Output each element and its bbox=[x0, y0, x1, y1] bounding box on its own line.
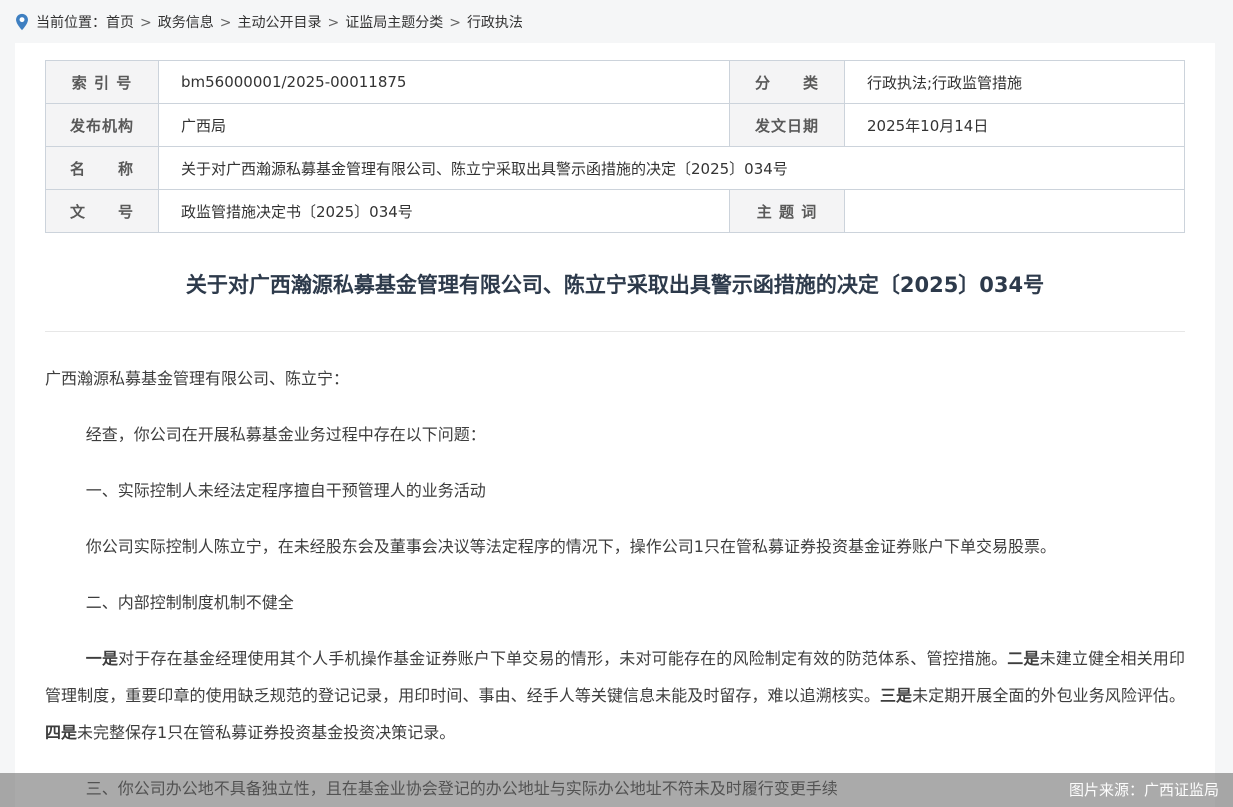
document-paragraph: 一是对于存在基金经理使用其个人手机操作基金证券账户下单交易的情形，未对可能存在的… bbox=[45, 640, 1185, 751]
index-number-value: bm56000001/2025-00011875 bbox=[159, 61, 730, 104]
image-source-bar: 图片来源：广西证监局 bbox=[0, 773, 1233, 807]
document-card: 索 引 号 bm56000001/2025-00011875 分 类 行政执法;… bbox=[15, 43, 1215, 807]
breadcrumb-separator: > bbox=[140, 15, 152, 31]
image-source-label: 图片来源：广西证监局 bbox=[1069, 773, 1219, 807]
table-row: 文 号 政监管措施决定书〔2025〕034号 主 题 词 bbox=[46, 190, 1185, 233]
table-row: 名 称 关于对广西瀚源私募基金管理有限公司、陈立宁采取出具警示函措施的决定〔20… bbox=[46, 147, 1185, 190]
breadcrumb-link-3[interactable]: 主动公开目录 bbox=[237, 15, 321, 31]
subject-words-value bbox=[845, 190, 1185, 233]
location-pin-icon bbox=[15, 13, 29, 31]
category-value: 行政执法;行政监管措施 bbox=[845, 61, 1185, 104]
document-paragraph: 二、内部控制制度机制不健全 bbox=[45, 584, 1185, 621]
breadcrumb-link-5[interactable]: 行政执法 bbox=[467, 15, 523, 31]
breadcrumb-link-1[interactable]: 首页 bbox=[106, 15, 134, 31]
breadcrumb-separator: > bbox=[220, 15, 232, 31]
issuing-agency-label: 发布机构 bbox=[46, 104, 159, 147]
document-number-value: 政监管措施决定书〔2025〕034号 bbox=[159, 190, 730, 233]
title-divider bbox=[45, 331, 1185, 332]
breadcrumb-separator: > bbox=[449, 15, 461, 31]
document-name-label: 名 称 bbox=[46, 147, 159, 190]
breadcrumb-link-4[interactable]: 证监局主题分类 bbox=[345, 15, 443, 31]
table-row: 发布机构 广西局 发文日期 2025年10月14日 bbox=[46, 104, 1185, 147]
issue-date-value: 2025年10月14日 bbox=[845, 104, 1185, 147]
breadcrumb-label: 当前位置： bbox=[36, 12, 106, 32]
document-paragraph: 广西瀚源私募基金管理有限公司、陈立宁： bbox=[45, 360, 1185, 397]
breadcrumb-separator: > bbox=[327, 15, 339, 31]
breadcrumb-items: 首页 > 政务信息 > 主动公开目录 > 证监局主题分类 > 行政执法 bbox=[106, 12, 523, 32]
issue-date-label: 发文日期 bbox=[730, 104, 845, 147]
subject-words-label: 主 题 词 bbox=[730, 190, 845, 233]
breadcrumb-link-2[interactable]: 政务信息 bbox=[158, 15, 214, 31]
page-title: 关于对广西瀚源私募基金管理有限公司、陈立宁采取出具警示函措施的决定〔2025〕0… bbox=[45, 271, 1185, 299]
document-paragraph: 一、实际控制人未经法定程序擅自干预管理人的业务活动 bbox=[45, 472, 1185, 509]
breadcrumb: 当前位置： 首页 > 政务信息 > 主动公开目录 > 证监局主题分类 > 行政执法 bbox=[0, 0, 1233, 43]
index-number-label: 索 引 号 bbox=[46, 61, 159, 104]
document-paragraph: 经查，你公司在开展私募基金业务过程中存在以下问题： bbox=[45, 416, 1185, 453]
issuing-agency-value: 广西局 bbox=[159, 104, 730, 147]
category-label: 分 类 bbox=[730, 61, 845, 104]
document-number-label: 文 号 bbox=[46, 190, 159, 233]
document-paragraphs: 广西瀚源私募基金管理有限公司、陈立宁： 经查，你公司在开展私募基金业务过程中存在以… bbox=[45, 360, 1185, 807]
table-row: 索 引 号 bm56000001/2025-00011875 分 类 行政执法;… bbox=[46, 61, 1185, 104]
document-name-value: 关于对广西瀚源私募基金管理有限公司、陈立宁采取出具警示函措施的决定〔2025〕0… bbox=[159, 147, 1185, 190]
document-paragraph: 你公司实际控制人陈立宁，在未经股东会及董事会决议等法定程序的情况下，操作公司1只… bbox=[45, 528, 1185, 565]
document-info-table: 索 引 号 bm56000001/2025-00011875 分 类 行政执法;… bbox=[45, 60, 1185, 233]
